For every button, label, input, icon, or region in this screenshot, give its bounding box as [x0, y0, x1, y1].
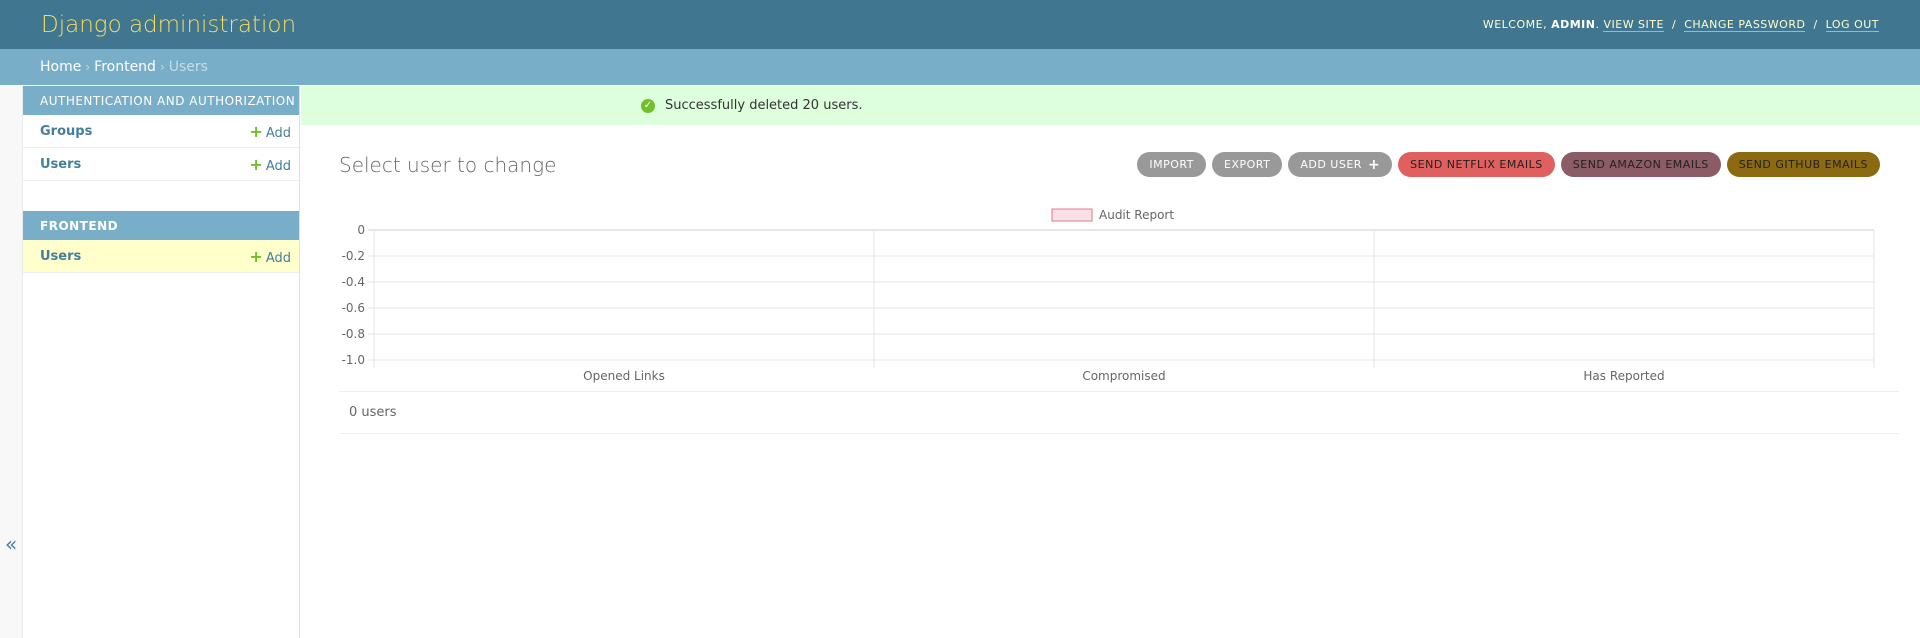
- add-users-frontend-link[interactable]: + Add: [249, 247, 291, 266]
- breadcrumb-home[interactable]: Home: [40, 59, 81, 75]
- chart-legend: Audit Report: [1051, 208, 1174, 222]
- success-message-text: Successfully deleted 20 users.: [665, 98, 863, 113]
- legend-label: Audit Report: [1099, 208, 1174, 222]
- add-groups-link[interactable]: + Add: [249, 122, 291, 141]
- module-caption-auth[interactable]: Authentication and Authorization: [23, 86, 299, 115]
- legend-swatch: [1051, 208, 1093, 222]
- sidebar-item-groups: Groups + Add: [23, 115, 299, 148]
- breadcrumb-separator: ›: [159, 60, 165, 74]
- import-button[interactable]: Import: [1137, 152, 1206, 177]
- send-amazon-emails-button[interactable]: Send Amazon emails: [1560, 152, 1721, 177]
- y-tick-label: -0.8: [342, 327, 365, 341]
- breadcrumb-separator: ›: [85, 60, 91, 74]
- plus-icon: +: [1367, 156, 1381, 173]
- add-users-auth-link[interactable]: + Add: [249, 155, 291, 174]
- y-tick-label: -0.4: [342, 275, 365, 289]
- log-out-link[interactable]: Log out: [1825, 18, 1879, 32]
- x-tick-label: Has Reported: [1583, 369, 1664, 383]
- y-tick-label: -0.2: [342, 249, 365, 263]
- y-tick-label: -1.0: [342, 353, 365, 367]
- breadcrumb-frontend[interactable]: Frontend: [94, 59, 156, 75]
- add-user-button[interactable]: Add user +: [1288, 152, 1393, 177]
- plus-icon: +: [249, 121, 263, 141]
- sidebar: Authentication and Authorization Groups …: [23, 86, 300, 638]
- success-message: ✓ Successfully deleted 20 users.: [301, 86, 1920, 125]
- user-tools: Welcome, admin. View site / Change passw…: [1482, 18, 1879, 32]
- sidebar-link-users-frontend[interactable]: Users: [40, 249, 81, 264]
- result-count-text: 0 users: [349, 405, 397, 420]
- y-tick-label: -0.6: [342, 301, 365, 315]
- separator: /: [1813, 18, 1818, 31]
- double-chevron-left-icon: «: [5, 532, 18, 556]
- welcome-text: Welcome,: [1482, 18, 1548, 31]
- x-tick-label: Compromised: [1082, 369, 1165, 383]
- change-password-link[interactable]: Change password: [1684, 18, 1806, 32]
- result-count: 0 users: [339, 391, 1899, 434]
- chart-plot-area: 0 -0.2 -0.4 -0.6 -0.8 -1.0 Opened Links Comprom…: [342, 223, 1875, 383]
- sidebar-item-users-frontend: Users + Add: [23, 240, 299, 273]
- check-icon: ✓: [641, 98, 655, 113]
- site-header: Django administration Welcome, admin. Vi…: [0, 0, 1920, 49]
- breadcrumb-current: Users: [168, 59, 208, 75]
- separator: /: [1671, 18, 1677, 31]
- audit-report-chart: Audit Report 0 -0.2 -0.4 -0.6 -0.8 -1.0 Opened…: [339, 200, 1879, 390]
- plus-icon: +: [249, 154, 263, 174]
- sidebar-link-groups[interactable]: Groups: [40, 124, 92, 139]
- toggle-sidebar-button[interactable]: «: [0, 86, 23, 638]
- chart-svg: Audit Report 0 -0.2 -0.4 -0.6 -0.8 -1.0 Opened…: [342, 208, 1875, 383]
- sidebar-link-users-auth[interactable]: Users: [40, 157, 81, 172]
- export-button[interactable]: Export: [1212, 152, 1283, 177]
- send-github-emails-button[interactable]: Send Github emails: [1726, 152, 1880, 177]
- add-label: Add: [265, 125, 291, 141]
- x-tick-label: Opened Links: [583, 369, 665, 383]
- add-user-label: Add user: [1300, 158, 1362, 171]
- y-tick-label: 0: [357, 223, 365, 237]
- username: admin: [1551, 18, 1596, 31]
- page-title: Select user to change: [339, 153, 557, 177]
- send-netflix-emails-button[interactable]: Send Netflix emails: [1398, 152, 1555, 177]
- site-branding-link[interactable]: Django administration: [41, 12, 296, 38]
- sidebar-item-users-auth: Users + Add: [23, 148, 299, 181]
- add-label: Add: [265, 250, 291, 266]
- object-tools: Import Export Add user + Send Netflix ema…: [1137, 152, 1880, 177]
- module-spacer: [23, 181, 299, 211]
- add-label: Add: [265, 158, 291, 174]
- breadcrumb: Home › Frontend › Users: [0, 49, 1920, 85]
- module-caption-frontend[interactable]: Frontend: [23, 211, 299, 240]
- view-site-link[interactable]: View site: [1603, 18, 1664, 32]
- plus-icon: +: [249, 246, 263, 266]
